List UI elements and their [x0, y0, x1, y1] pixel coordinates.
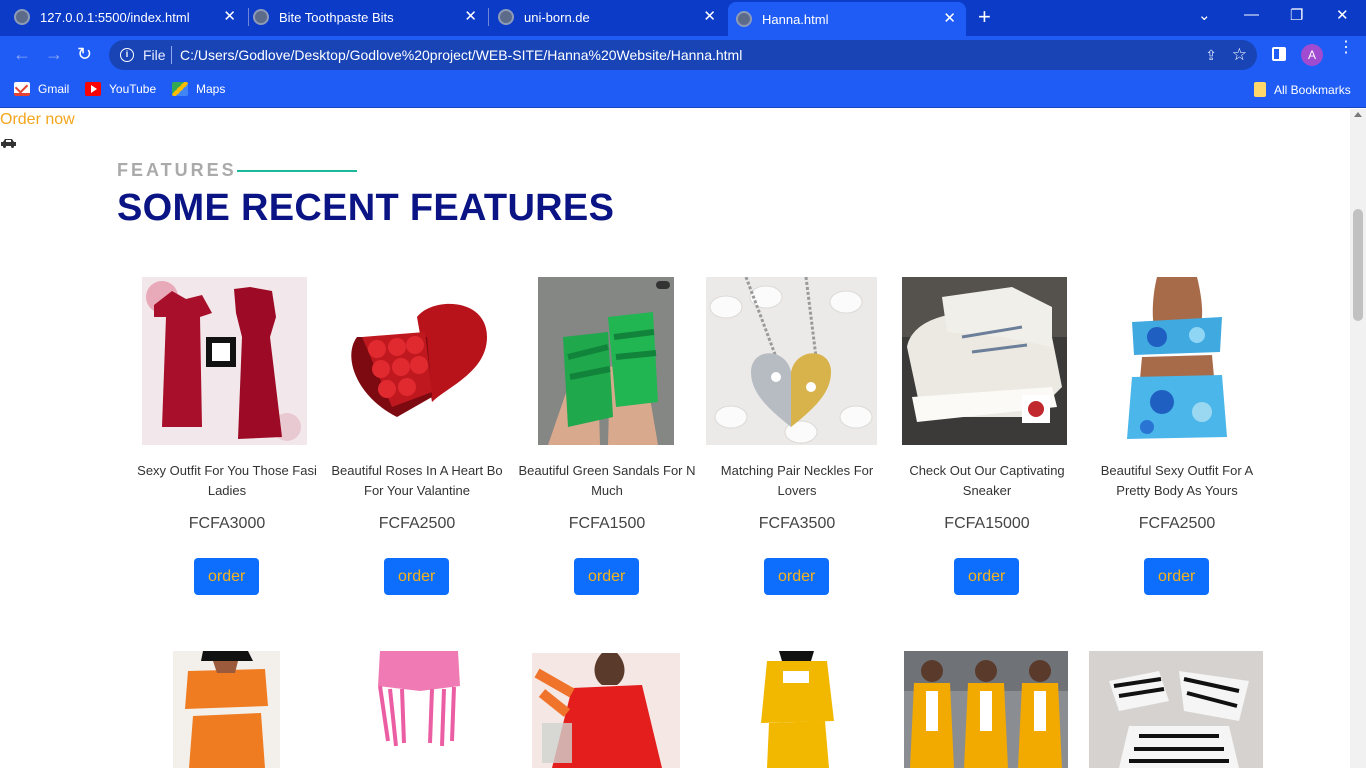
bookmark-youtube[interactable]: YouTube	[85, 82, 156, 96]
heart-necklace-image[interactable]	[706, 277, 877, 445]
new-tab-button[interactable]: +	[978, 6, 991, 28]
order-button[interactable]: order	[1144, 558, 1210, 595]
order-button[interactable]: order	[574, 558, 640, 595]
product-card: Matching Pair Neckles For Lovers FCFA3500…	[702, 277, 892, 607]
tab-strip: 127.0.0.1:5500/index.html ✕ Bite Toothpa…	[0, 0, 1366, 36]
globe-icon	[253, 9, 269, 25]
product-name: Beautiful Green Sandals For N Much	[518, 463, 696, 498]
bookmark-maps[interactable]: Maps	[172, 82, 225, 96]
tie-dye-outfit-image[interactable]	[1102, 277, 1252, 445]
share-icon[interactable]: ⇪	[1205, 47, 1217, 64]
youtube-icon	[85, 82, 101, 96]
globe-icon	[736, 11, 752, 27]
page-scrollbar[interactable]	[1350, 109, 1366, 768]
bookmark-label: YouTube	[109, 82, 157, 96]
product-price: FCFA2500	[378, 515, 456, 532]
close-tab-icon[interactable]: ✕	[943, 11, 956, 27]
red-top-image[interactable]	[532, 653, 680, 768]
bookmark-label: Maps	[196, 82, 226, 96]
product-name: Sexy Outfit For You Those Fasi Ladies	[137, 463, 317, 498]
section-title: SOME RECENT FEATURES	[117, 187, 615, 229]
reload-icon[interactable]: ↻	[77, 45, 92, 63]
order-now-link[interactable]: Order now	[0, 111, 75, 129]
tab-divider	[488, 8, 489, 26]
bookmark-label: Gmail	[38, 82, 70, 96]
scroll-thumb[interactable]	[1353, 209, 1363, 321]
order-button[interactable]: order	[954, 558, 1020, 595]
globe-icon	[14, 9, 30, 25]
all-bookmarks[interactable]: All Bookmarks	[1254, 82, 1351, 97]
tab-search-icon[interactable]: ⌄	[1198, 6, 1211, 24]
order-button[interactable]: order	[194, 558, 260, 595]
tab-title: uni-born.de	[524, 9, 590, 25]
bookmark-label: All Bookmarks	[1274, 82, 1351, 97]
product-price: FCFA2500	[1138, 515, 1216, 532]
close-tab-icon[interactable]: ✕	[464, 9, 477, 25]
product-name: Matching Pair Neckles For Lovers	[720, 463, 874, 498]
maps-icon	[172, 82, 188, 96]
bookmark-gmail[interactable]: Gmail	[14, 82, 69, 96]
product-card: Beautiful Green Sandals For N Much FCFA15…	[512, 277, 702, 607]
scroll-up-arrow-icon[interactable]	[1354, 112, 1362, 117]
zebra-print-image[interactable]	[1089, 651, 1263, 768]
car-icon	[1, 139, 16, 148]
tab-title: Bite Toothpaste Bits	[279, 9, 394, 25]
pink-shorts-image[interactable]	[368, 651, 470, 768]
tab-divider	[248, 8, 249, 26]
white-sneaker-image[interactable]	[902, 277, 1067, 445]
bookmarks-bar: Gmail YouTube Maps All Bookmarks	[0, 74, 1366, 108]
address-bar[interactable]: i File C:/Users/Godlove/Desktop/Godlove%…	[109, 40, 1257, 70]
toolbar: ← → ↻ i File C:/Users/Godlove/Desktop/Go…	[0, 36, 1366, 74]
product-card: Sexy Outfit For You Those Fasi Ladies FCF…	[132, 277, 322, 607]
section-tag-underline	[237, 170, 357, 172]
yellow-tracksuit-image[interactable]	[904, 651, 1068, 768]
tab-title: Hanna.html	[762, 11, 829, 27]
product-price: FCFA3500	[758, 515, 836, 532]
profile-avatar[interactable]: A	[1301, 44, 1323, 66]
orange-outfit-image[interactable]	[173, 651, 280, 768]
page-content: Order now FEATURES SOME RECENT FEATURES …	[0, 109, 1350, 768]
order-button[interactable]: order	[764, 558, 830, 595]
product-card: Check Out Our Captivating Sneaker FCFA150…	[892, 277, 1082, 607]
product-price: FCFA1500	[568, 515, 646, 532]
forward-icon[interactable]: →	[45, 45, 63, 63]
back-icon[interactable]: ←	[13, 45, 31, 63]
product-price: FCFA15000	[944, 515, 1030, 532]
tab-hanna[interactable]: Hanna.html ✕	[728, 2, 966, 36]
order-button[interactable]: order	[384, 558, 450, 595]
close-tab-icon[interactable]: ✕	[223, 9, 236, 25]
file-label: File	[143, 47, 166, 63]
red-dress-image[interactable]	[142, 277, 307, 445]
tab-title: 127.0.0.1:5500/index.html	[40, 9, 190, 25]
green-sandals-image[interactable]	[538, 277, 674, 445]
close-tab-icon[interactable]: ✕	[703, 9, 716, 25]
url-text[interactable]: C:/Users/Godlove/Desktop/Godlove%20proje…	[180, 47, 742, 63]
tab-bite-toothpaste[interactable]: Bite Toothpaste Bits ✕	[253, 0, 487, 34]
folder-icon	[1254, 82, 1266, 97]
gmail-icon	[14, 82, 30, 96]
product-name: Check Out Our Captivating Sneaker	[909, 463, 1065, 498]
section-tag: FEATURES	[117, 160, 237, 180]
globe-icon	[498, 9, 514, 25]
bookmark-star-icon[interactable]: ☆	[1232, 45, 1247, 65]
close-window-icon[interactable]: ✕	[1336, 6, 1349, 24]
tab-uni-born[interactable]: uni-born.de ✕	[492, 0, 726, 34]
product-price: FCFA3000	[188, 515, 266, 532]
info-icon[interactable]: i	[120, 48, 134, 62]
divider	[171, 46, 172, 64]
minimize-icon[interactable]: —	[1244, 6, 1259, 23]
rose-heart-box-image[interactable]	[337, 277, 497, 445]
side-panel-icon[interactable]	[1272, 47, 1286, 61]
tab-index[interactable]: 127.0.0.1:5500/index.html ✕	[14, 0, 246, 34]
restore-icon[interactable]: ❐	[1290, 6, 1303, 24]
product-card: Beautiful Sexy Outfit For A Pretty Body A…	[1082, 277, 1272, 607]
product-card: Beautiful Roses In A Heart Bo For Your Va…	[322, 277, 512, 607]
product-name: Beautiful Roses In A Heart Bo For Your Va…	[331, 463, 503, 498]
product-name: Beautiful Sexy Outfit For A Pretty Body A…	[1100, 463, 1254, 498]
menu-kebab-icon[interactable]: ⋮	[1338, 40, 1354, 56]
yellow-outfit-image[interactable]	[749, 651, 844, 768]
